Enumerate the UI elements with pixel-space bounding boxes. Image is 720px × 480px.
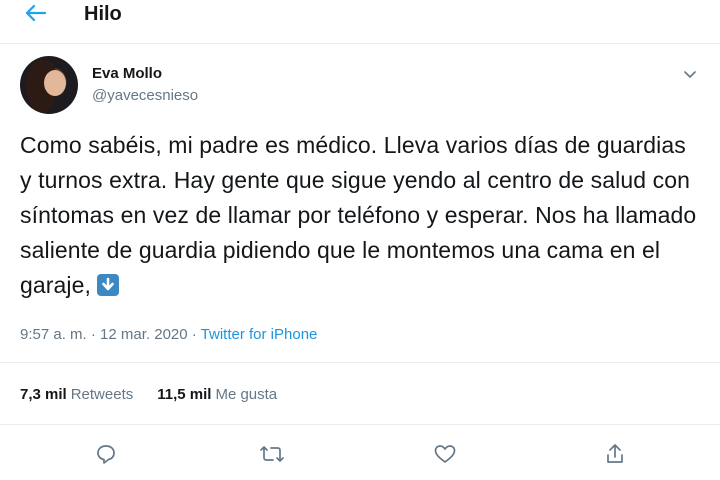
retweets-count: 7,3 mil bbox=[20, 386, 67, 403]
back-button[interactable] bbox=[22, 2, 50, 24]
tweet-meta: 9:57 a. m. · 12 mar. 2020 · Twitter for … bbox=[20, 326, 317, 343]
tweet-stats: 7,3 mil Retweets 11,5 mil Me gusta bbox=[20, 386, 277, 403]
meta-separator: · bbox=[187, 326, 201, 343]
tweet-text: Como sabéis, mi padre es médico. Lleva v… bbox=[20, 128, 700, 303]
divider bbox=[0, 424, 720, 425]
tweet-author: Eva Mollo @yavecesnieso bbox=[20, 56, 700, 116]
like-button[interactable] bbox=[431, 440, 459, 468]
retweet-button[interactable] bbox=[258, 440, 286, 468]
tweet-body: Como sabéis, mi padre es médico. Lleva v… bbox=[20, 132, 697, 298]
likes-label: Me gusta bbox=[215, 386, 278, 403]
meta-separator: · bbox=[86, 326, 101, 343]
retweet-icon bbox=[260, 446, 284, 462]
reply-icon bbox=[97, 445, 115, 464]
reply-button[interactable] bbox=[92, 440, 120, 468]
page-title: Hilo bbox=[84, 3, 122, 25]
tweet-date[interactable]: 12 mar. 2020 bbox=[100, 326, 188, 343]
share-icon bbox=[607, 444, 623, 463]
heart-icon bbox=[434, 445, 456, 463]
tweet-source[interactable]: Twitter for iPhone bbox=[201, 326, 318, 343]
author-username[interactable]: @yavecesnieso bbox=[92, 87, 198, 104]
share-button[interactable] bbox=[601, 440, 629, 468]
retweets-label: Retweets bbox=[70, 386, 134, 403]
divider bbox=[0, 362, 720, 363]
arrow-left-icon bbox=[25, 4, 47, 22]
tweet-time[interactable]: 9:57 a. m. bbox=[20, 326, 87, 343]
author-display-name[interactable]: Eva Mollo bbox=[92, 65, 162, 82]
avatar[interactable] bbox=[20, 56, 78, 114]
tweet-actions bbox=[0, 440, 720, 470]
thread-header: Hilo bbox=[0, 0, 720, 44]
down-arrow-emoji bbox=[97, 274, 120, 296]
likes-stat[interactable]: 11,5 mil Me gusta bbox=[157, 386, 277, 403]
more-options-button[interactable] bbox=[682, 66, 698, 82]
retweets-stat[interactable]: 7,3 mil Retweets bbox=[20, 386, 133, 403]
likes-count: 11,5 mil bbox=[157, 386, 212, 403]
chevron-down-icon bbox=[684, 71, 696, 78]
avatar-face bbox=[44, 70, 66, 96]
